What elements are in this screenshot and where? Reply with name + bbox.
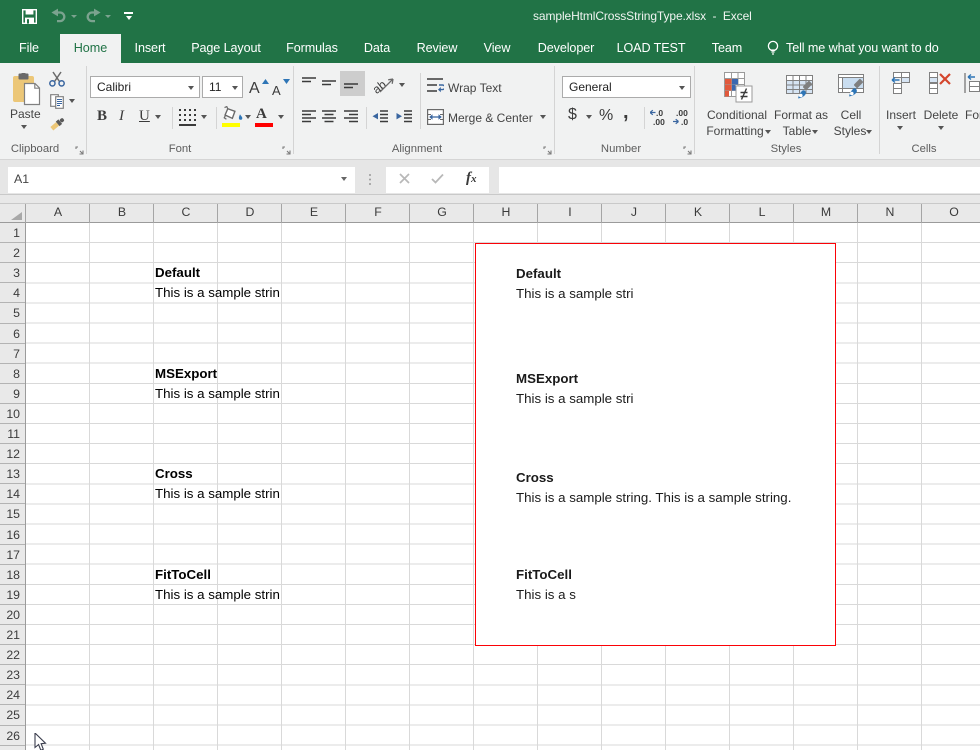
svg-text:ab: ab: [374, 77, 389, 95]
svg-text:.00: .00: [653, 117, 665, 126]
svg-text:.0: .0: [681, 117, 688, 126]
